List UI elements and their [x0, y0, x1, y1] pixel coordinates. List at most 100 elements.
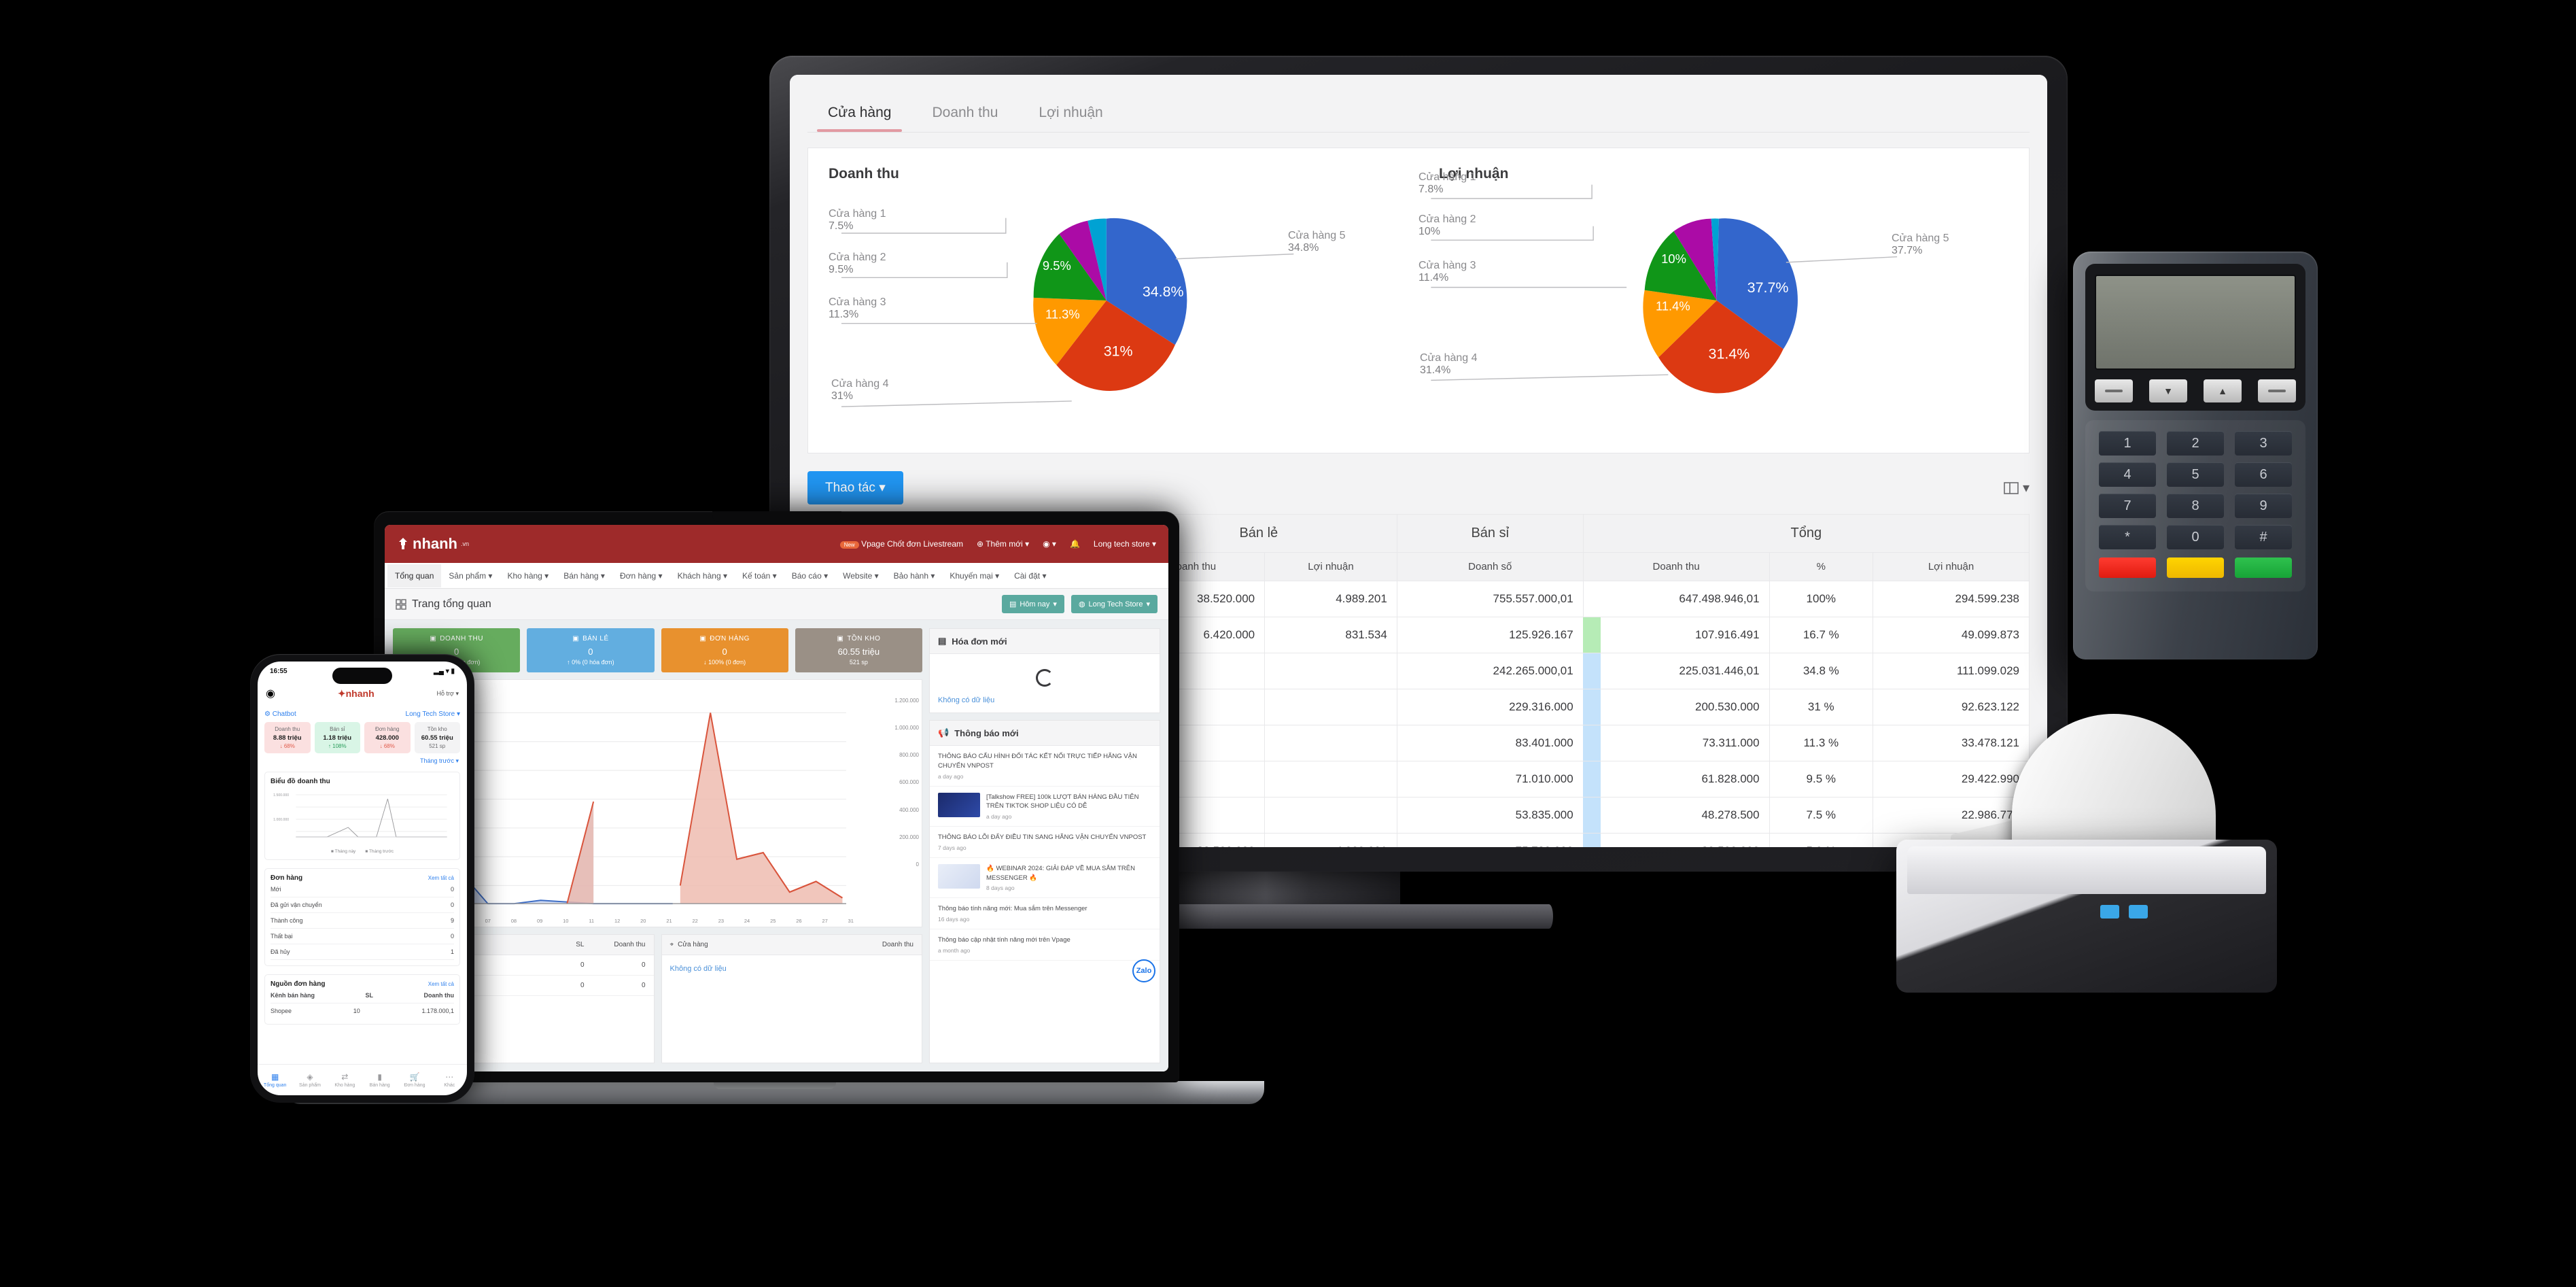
order-status-row[interactable]: Mới 0: [271, 882, 454, 897]
pos-key-#[interactable]: #: [2235, 525, 2292, 549]
printer-power-button[interactable]: [2129, 905, 2148, 919]
soft-key-left[interactable]: [2095, 379, 2133, 402]
nav-item-3[interactable]: Bán hàng ▾: [556, 564, 612, 587]
notification-item[interactable]: [Talkshow FREE] 100k LƯỢT BÁN HÀNG ĐẦU T…: [930, 787, 1160, 827]
notification-item[interactable]: Thông báo cập nhật tính năng mới trên Vp…: [930, 929, 1160, 961]
add-new-button[interactable]: ⊕ Thêm mới ▾: [977, 539, 1029, 549]
store-filter-button[interactable]: ◍ Long Tech Store ▾: [1071, 595, 1158, 613]
store-panel: ⌖ Cửa hàng Doanh thu Không có dữ liệu: [661, 934, 922, 1063]
order-status-row[interactable]: Đã hủy 1: [271, 944, 454, 960]
notification-item[interactable]: 🔥 WEBINAR 2024: GIẢI ĐÁP VỀ MUA SẮM TRÊN…: [930, 858, 1160, 899]
phone-tab-sản-phẩm[interactable]: ◈ Sản phẩm: [292, 1065, 327, 1095]
nav-item-5[interactable]: Khách hàng ▾: [670, 564, 735, 587]
phone-stat-card-2[interactable]: Đơn hàng 428.000 ↓ 68%: [364, 722, 411, 753]
nav-item-1[interactable]: Sản phẩm ▾: [441, 564, 500, 587]
pos-key-8[interactable]: 8: [2167, 494, 2224, 518]
nav-item-4[interactable]: Đơn hàng ▾: [612, 564, 670, 587]
dashboard-sidebar: ▤ Hóa đơn mới Không có dữ liệu 📢 Thông b…: [929, 628, 1160, 1063]
phone-period-selector[interactable]: Tháng trước ▾: [258, 757, 467, 768]
nhanh-mark-icon: ✦: [337, 687, 346, 699]
enter-key[interactable]: [2235, 557, 2292, 578]
tab-doanh-thu[interactable]: Doanh thu: [911, 99, 1018, 132]
col-tong-doanh-thu[interactable]: Doanh thu: [1582, 552, 1770, 581]
phone-tab-tổng-quan[interactable]: ▦ Tổng quan: [258, 1065, 292, 1095]
phone-tab-bán-hàng[interactable]: ▮ Bán hàng: [362, 1065, 397, 1095]
pos-key-4[interactable]: 4: [2099, 462, 2156, 487]
order-status-row[interactable]: Thành công 9: [271, 913, 454, 929]
nav-item-6[interactable]: Kế toán ▾: [735, 564, 784, 587]
transfer-icon: ⇄: [341, 1072, 349, 1082]
col-tong-loi-nhuan[interactable]: Lợi nhuận: [1873, 552, 2030, 581]
column-settings-button[interactable]: ▾: [2004, 479, 2030, 496]
pos-key-5[interactable]: 5: [2167, 462, 2224, 487]
order-status-row[interactable]: Thất bại 0: [271, 929, 454, 944]
notification-item[interactable]: THÔNG BÁO CẤU HÌNH ĐỐI TÁC KẾT NỐI TRỰC …: [930, 746, 1160, 787]
col-ban-le-loi-nhuan[interactable]: Lợi nhuận: [1264, 552, 1397, 581]
promo-badge[interactable]: New Vpage Chốt đơn Livestream: [839, 539, 963, 549]
notification-list[interactable]: THÔNG BÁO CẤU HÌNH ĐỐI TÁC KẾT NỐI TRỰC …: [930, 746, 1160, 961]
y-tick: 400.000: [899, 806, 919, 813]
robot-icon: ⚙: [264, 710, 271, 718]
source-table-header: Kênh bán hàng SL Doanh thu: [271, 988, 454, 1003]
nav-item-10[interactable]: Khuyến mại ▾: [942, 564, 1007, 587]
nav-item-11[interactable]: Cài đặt ▾: [1007, 564, 1054, 587]
printer-lid[interactable]: [1907, 846, 2266, 894]
clear-key[interactable]: [2167, 557, 2224, 578]
phone-tab-khác[interactable]: ⋯ Khác: [432, 1065, 467, 1095]
x-tick: 07: [485, 918, 491, 924]
zalo-button[interactable]: Zalo: [1132, 959, 1155, 982]
help-menu[interactable]: Hỗ trợ ▾: [437, 690, 459, 698]
phone-order-card: Đơn hàng Xem tất cả Mới 0 Đã gửi vận chuyể…: [264, 868, 460, 966]
phone-stat-card-0[interactable]: Doanh thu 8.88 triệu ↓ 68%: [264, 722, 311, 753]
tab-loi-nhuan[interactable]: Lợi nhuận: [1018, 99, 1123, 132]
stat-card-1[interactable]: ▣ BÁN LẺ 0 ↑ 0% (0 hóa đơn): [527, 628, 655, 672]
pos-key-0[interactable]: 0: [2167, 525, 2224, 549]
nav-item-0[interactable]: Tổng quan: [387, 564, 442, 587]
nav-item-2[interactable]: Kho hàng ▾: [500, 564, 556, 587]
pos-key-2[interactable]: 2: [2167, 431, 2224, 456]
view-all-link[interactable]: Xem tất cả: [428, 875, 454, 881]
nav-item-9[interactable]: Bảo hành ▾: [886, 564, 943, 587]
tab-cua-hang[interactable]: Cửa hàng: [807, 99, 911, 132]
pos-key-3[interactable]: 3: [2235, 431, 2292, 456]
brand-tld: .vn: [461, 540, 470, 547]
pos-key-1[interactable]: 1: [2099, 431, 2156, 456]
support-button[interactable]: ◉ ▾: [1043, 539, 1056, 549]
phone-tab-đơn-hàng[interactable]: 🛒 Đơn hàng: [397, 1065, 432, 1095]
phone-stat-cards: Doanh thu 8.88 triệu ↓ 68% Bán sỉ 1.18 triệu…: [258, 722, 467, 757]
cart-icon: ▣: [699, 635, 707, 642]
phone-stat-card-1[interactable]: Bán sỉ 1.18 triệu ↑ 108%: [314, 722, 360, 753]
phone-stat-card-3[interactable]: Tồn kho 60.55 triệu 521 sp: [414, 722, 460, 753]
pos-key-7[interactable]: 7: [2099, 494, 2156, 518]
col-percent[interactable]: %: [1769, 552, 1874, 581]
col-doanh-so[interactable]: Doanh số: [1396, 552, 1584, 581]
chatbot-button[interactable]: ⚙ Chatbot: [264, 710, 296, 718]
nhanh-logo[interactable]: nhanh .vn: [397, 535, 469, 553]
soft-key-right[interactable]: [2258, 379, 2296, 402]
soft-key-down[interactable]: ▼: [2149, 379, 2187, 402]
nav-item-7[interactable]: Báo cáo ▾: [784, 564, 835, 587]
table-cell: 16.7 %: [1769, 617, 1874, 653]
printer-feed-button[interactable]: [2100, 905, 2119, 919]
view-all-link[interactable]: Xem tất cả: [428, 981, 454, 987]
pie-label-3: Cửa hàng 3 11.3%: [829, 296, 886, 321]
cancel-key[interactable]: [2099, 557, 2156, 578]
account-menu[interactable]: Long tech store ▾: [1094, 539, 1156, 549]
notification-item[interactable]: Thông báo tính năng mới: Mua sắm trên Me…: [930, 898, 1160, 930]
notifications-button[interactable]: 🔔: [1070, 539, 1080, 549]
notification-item[interactable]: THÔNG BÁO LỖI ĐẨY ĐIỀU TIN SANG HÃNG VẬN…: [930, 827, 1160, 858]
pos-key-6[interactable]: 6: [2235, 462, 2292, 487]
avatar[interactable]: ◉: [266, 687, 275, 700]
nav-item-8[interactable]: Website ▾: [835, 564, 886, 587]
stat-card-2[interactable]: ▣ ĐƠN HÀNG 0 ↓ 100% (0 đơn): [661, 628, 788, 672]
soft-key-up[interactable]: ▲: [2204, 379, 2242, 402]
pos-key-9[interactable]: 9: [2235, 494, 2292, 518]
pos-key-*[interactable]: *: [2099, 525, 2156, 549]
order-status-row[interactable]: Đã gửi vận chuyển 0: [271, 897, 454, 913]
thao-tac-button[interactable]: Thao tác ▾: [807, 471, 903, 504]
stat-card-3[interactable]: ▣ TỒN KHO 60.55 triệu 521 sp: [795, 628, 922, 672]
store-selector[interactable]: Long Tech Store ▾: [406, 710, 460, 718]
phone-tab-kho-hàng[interactable]: ⇄ Kho hàng: [328, 1065, 362, 1095]
notification-thumbnail: [938, 863, 980, 889]
date-filter-button[interactable]: ▤ Hôm nay ▾: [1001, 595, 1064, 613]
